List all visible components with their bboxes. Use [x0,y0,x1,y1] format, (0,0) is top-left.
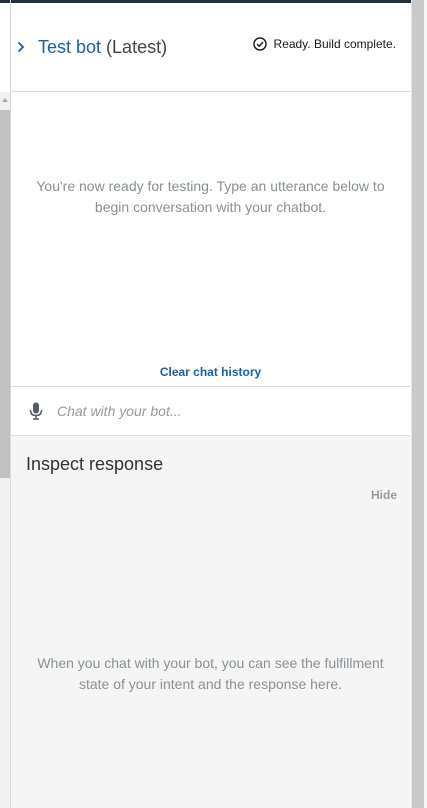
chat-input-row [11,386,410,436]
test-bot-panel: Test bot (Latest) Ready. Build complete.… [11,3,410,808]
bot-name[interactable]: Test bot [38,37,101,57]
chat-history: You're now ready for testing. Type an ut… [11,92,410,386]
inspect-response-title: Inspect response [26,454,164,474]
left-scrollbar-thumb[interactable] [0,110,10,478]
scroll-up-arrow-icon[interactable] [2,98,8,102]
microphone-icon[interactable] [29,402,43,420]
panel-header: Test bot (Latest) Ready. Build complete. [11,3,410,92]
check-circle-icon [253,37,268,51]
inspect-empty-message: When you chat with your bot, you can see… [37,655,384,692]
bot-version: (Latest) [101,37,168,57]
chat-empty-message: You're now ready for testing. Type an ut… [36,178,385,215]
panel-title[interactable]: Test bot (Latest) [38,37,167,58]
right-scrollbar[interactable] [411,0,427,808]
status-text: Ready. Build complete. [273,37,396,51]
inspect-response-panel: Inspect response Hide When you chat with… [11,436,410,808]
right-scrollbar-thumb[interactable] [412,0,424,808]
hide-button[interactable]: Hide [371,488,397,502]
left-scrollbar[interactable] [0,92,10,808]
build-status: Ready. Build complete. [253,37,396,51]
clear-chat-history-button[interactable]: Clear chat history [11,365,410,379]
chat-input[interactable] [57,400,387,422]
chevron-right-icon[interactable] [17,41,25,53]
